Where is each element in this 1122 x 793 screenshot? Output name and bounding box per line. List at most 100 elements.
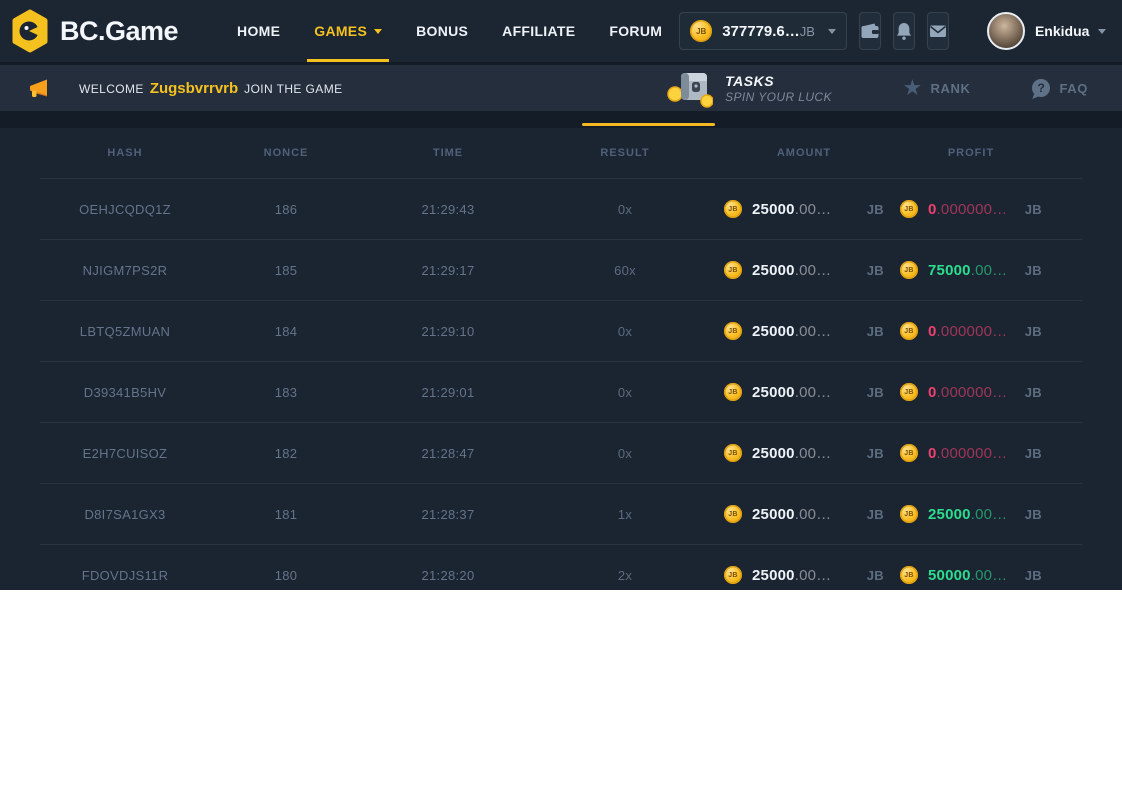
wallet-balance[interactable]: JB 377779.6… JB xyxy=(679,12,847,50)
chevron-down-icon xyxy=(1098,29,1106,34)
tasks-button[interactable]: TASKS SPIN YOUR LUCK xyxy=(667,68,832,108)
faq-button[interactable]: ? FAQ xyxy=(1032,79,1088,97)
table-row[interactable]: NJIGM7PS2R 185 21:29:17 60x JB 25000.00…… xyxy=(40,239,1082,300)
app-window: BC.Game HOME GAMES BONUS AFFILIATE FORUM… xyxy=(0,0,1122,590)
bet-nonce: 186 xyxy=(210,202,362,217)
bet-result: 0x xyxy=(534,202,716,217)
coin-icon: JB xyxy=(900,261,918,279)
profit-value: 75000.00… xyxy=(928,262,1007,279)
bet-result: 0x xyxy=(534,324,716,339)
coin-icon: JB xyxy=(724,261,742,279)
notifications-button[interactable] xyxy=(893,12,915,50)
col-amount: AMOUNT xyxy=(716,147,892,159)
chevron-down-icon xyxy=(828,29,836,34)
bet-profit: JB 0.000000… JB xyxy=(892,383,1050,401)
currency-label: JB xyxy=(1025,568,1042,583)
amount-main: 25000 xyxy=(752,201,795,218)
megaphone-icon xyxy=(28,77,52,99)
currency-label: JB xyxy=(1025,507,1042,522)
main-nav: HOME GAMES BONUS AFFILIATE FORUM xyxy=(220,0,679,62)
welcome-prefix: WELCOME xyxy=(79,82,144,96)
bet-time: 21:29:10 xyxy=(362,324,534,339)
bet-profit: JB 50000.00… JB xyxy=(892,566,1050,584)
rank-button[interactable]: ★ RANK xyxy=(904,79,971,98)
bet-time: 21:29:01 xyxy=(362,385,534,400)
table-row[interactable]: D39341B5HV 183 21:29:01 0x JB 25000.00… … xyxy=(40,361,1082,422)
currency-label: JB xyxy=(867,507,884,522)
currency-label: JB xyxy=(1025,385,1042,400)
announcement-bar: WELCOMEZugsbvrrvrbJOIN THE GAME TASKS SP… xyxy=(0,65,1122,111)
messages-button[interactable] xyxy=(927,12,949,50)
tasks-text: TASKS SPIN YOUR LUCK xyxy=(725,73,832,104)
col-time: TIME xyxy=(362,147,534,159)
chevron-down-icon xyxy=(374,29,382,34)
rank-label: RANK xyxy=(931,81,971,96)
tasks-title: TASKS xyxy=(725,73,832,89)
star-icon: ★ xyxy=(904,79,922,98)
col-hash: HASH xyxy=(40,147,210,159)
bet-amount: JB 25000.00… JB xyxy=(716,383,892,401)
amount-value: 25000.00… xyxy=(752,384,831,401)
bet-profit: JB 25000.00… JB xyxy=(892,505,1050,523)
table-row[interactable]: LBTQ5ZMUAN 184 21:29:10 0x JB 25000.00… … xyxy=(40,300,1082,361)
bet-nonce: 181 xyxy=(210,507,362,522)
coin-icon: JB xyxy=(724,444,742,462)
nav-games[interactable]: GAMES xyxy=(297,0,399,62)
coin-icon: JB xyxy=(724,383,742,401)
amount-value: 25000.00… xyxy=(752,323,831,340)
bet-amount: JB 25000.00… JB xyxy=(716,322,892,340)
coin-icon: JB xyxy=(724,322,742,340)
bet-result: 0x xyxy=(534,446,716,461)
table-row[interactable]: D8I7SA1GX3 181 21:28:37 1x JB 25000.00… … xyxy=(40,483,1082,544)
amount-value: 25000.00… xyxy=(752,506,831,523)
question-icon: ? xyxy=(1032,79,1050,97)
amount-main: 25000 xyxy=(752,567,795,584)
profit-value: 0.000000… xyxy=(928,323,1007,340)
amount-suffix: .00… xyxy=(795,201,832,218)
profit-suffix: .000000… xyxy=(937,201,1008,218)
profit-value: 0.000000… xyxy=(928,445,1007,462)
profit-value: 50000.00… xyxy=(928,567,1007,584)
bet-hash: FDOVDJS11R xyxy=(40,568,210,583)
nav-games-label: GAMES xyxy=(314,23,367,39)
bet-time: 21:29:17 xyxy=(362,263,534,278)
bet-result: 0x xyxy=(534,385,716,400)
amount-suffix: .00… xyxy=(795,262,832,279)
table-row[interactable]: FDOVDJS11R 180 21:28:20 2x JB 25000.00… … xyxy=(40,544,1082,590)
amount-main: 25000 xyxy=(752,506,795,523)
profit-suffix: .000000… xyxy=(937,323,1008,340)
profit-suffix: .00… xyxy=(971,567,1008,584)
bet-amount: JB 25000.00… JB xyxy=(716,444,892,462)
amount-suffix: .00… xyxy=(795,567,832,584)
profit-main: 25000 xyxy=(928,506,971,523)
wallet-button[interactable] xyxy=(859,12,881,50)
user-menu[interactable]: Enkidua xyxy=(987,12,1106,50)
bcgame-logo-icon xyxy=(10,9,50,53)
currency-label: JB xyxy=(867,324,884,339)
nav-home[interactable]: HOME xyxy=(220,0,297,62)
table-row[interactable]: E2H7CUISOZ 182 21:28:47 0x JB 25000.00… … xyxy=(40,422,1082,483)
nav-bonus[interactable]: BONUS xyxy=(399,0,485,62)
bet-hash: NJIGM7PS2R xyxy=(40,263,210,278)
coin-icon: JB xyxy=(900,383,918,401)
bet-nonce: 185 xyxy=(210,263,362,278)
table-row[interactable]: OEHJCQDQ1Z 186 21:29:43 0x JB 25000.00… … xyxy=(40,178,1082,239)
profit-suffix: .00… xyxy=(971,262,1008,279)
currency-selector[interactable]: JB xyxy=(800,24,836,39)
nav-forum[interactable]: FORUM xyxy=(592,0,679,62)
bet-profit: JB 0.000000… JB xyxy=(892,322,1050,340)
brand-name: BC.Game xyxy=(60,16,178,47)
profit-main: 0 xyxy=(928,445,937,462)
currency-label: JB xyxy=(1025,446,1042,461)
wallet-icon xyxy=(860,21,880,41)
brand-logo[interactable]: BC.Game xyxy=(10,9,178,53)
col-profit: PROFIT xyxy=(892,147,1050,159)
amount-value: 25000.00… xyxy=(752,567,831,584)
amount-suffix: .00… xyxy=(795,506,832,523)
bet-time: 21:28:37 xyxy=(362,507,534,522)
profit-main: 0 xyxy=(928,323,937,340)
nav-affiliate[interactable]: AFFILIATE xyxy=(485,0,592,62)
bet-nonce: 182 xyxy=(210,446,362,461)
amount-main: 25000 xyxy=(752,323,795,340)
balance-amount: 377779.6… xyxy=(722,23,800,40)
